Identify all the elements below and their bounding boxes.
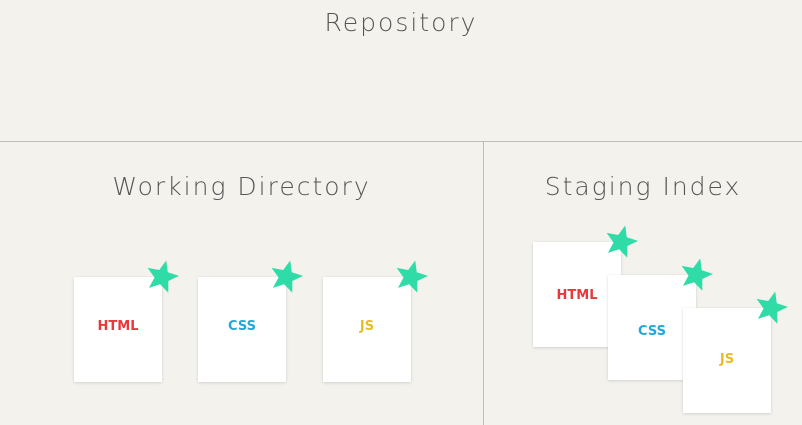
- working-directory-section: Working Directory HTML CSS JS: [0, 142, 484, 425]
- file-label-js: JS: [359, 319, 375, 334]
- star-icon: [393, 259, 429, 295]
- file-label-html: HTML: [97, 319, 139, 334]
- star-icon: [603, 224, 639, 260]
- staged-file-label-js: JS: [719, 352, 735, 367]
- staging-index-title: Staging Index: [544, 172, 742, 201]
- file-card-css: CSS: [198, 260, 303, 382]
- file-label-css: CSS: [228, 319, 256, 334]
- repository-section: Repository: [0, 0, 802, 142]
- staging-index-section: Staging Index HTML CSS JS: [484, 142, 802, 425]
- staged-file-card-js: JS: [683, 291, 788, 413]
- star-icon: [144, 259, 180, 295]
- repository-title: Repository: [324, 8, 478, 37]
- file-card-js: JS: [323, 260, 428, 382]
- file-card-html: HTML: [74, 260, 179, 382]
- star-icon: [268, 259, 304, 295]
- star-icon: [678, 257, 714, 293]
- working-directory-title: Working Directory: [112, 172, 371, 201]
- star-icon: [753, 290, 789, 326]
